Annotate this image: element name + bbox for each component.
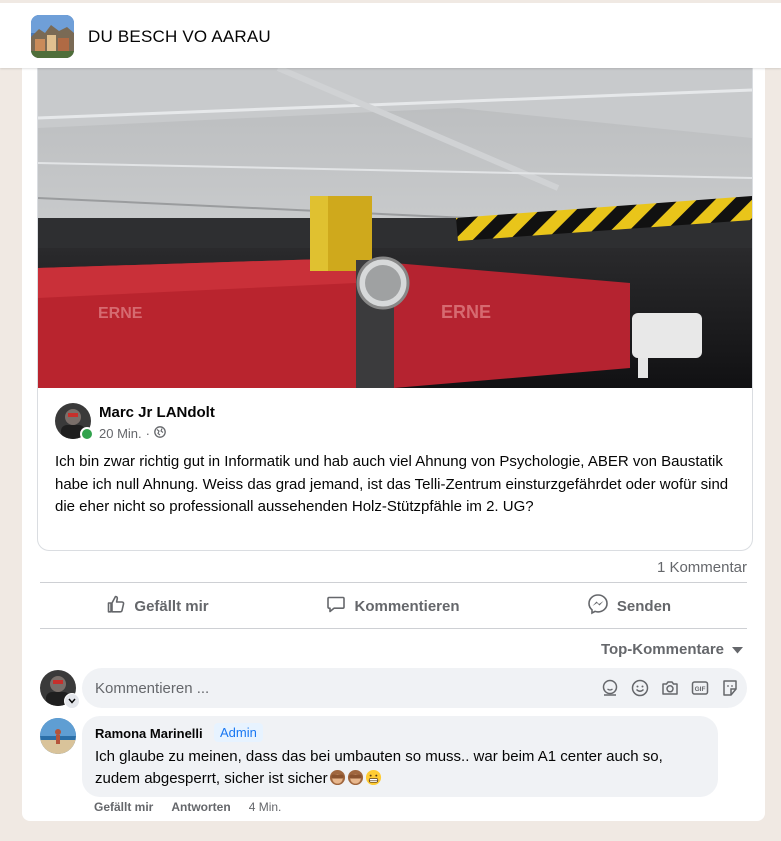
shared-post-container[interactable]: ERNE ERNE Marc Jr LANdolt 20 Min. · Ich	[37, 68, 753, 551]
shared-post-time[interactable]: 20 Min.	[99, 426, 142, 441]
svg-text:ERNE: ERNE	[441, 302, 491, 322]
comment-reply-button[interactable]: Antworten	[171, 800, 230, 814]
group-title[interactable]: DU BESCH VO AARAU	[88, 27, 271, 47]
comment-count[interactable]: 1 Kommentar	[657, 559, 747, 576]
send-button[interactable]: Senden	[511, 586, 747, 626]
messenger-icon	[587, 593, 609, 619]
commenter-avatar[interactable]	[40, 718, 76, 754]
send-button-label: Senden	[616, 597, 672, 615]
comment-actions: Gefällt mir Antworten 4 Min.	[94, 800, 281, 814]
post-card: ERNE ERNE Marc Jr LANdolt 20 Min. · Ich	[22, 68, 765, 821]
group-header: DU BESCH VO AARAU	[0, 0, 781, 68]
shared-post-author[interactable]: Marc Jr LANdolt	[99, 404, 215, 421]
svg-text:GIF: GIF	[695, 686, 706, 693]
comment-input[interactable]: Kommentieren ... GIF	[82, 668, 747, 708]
group-avatar[interactable]	[31, 15, 74, 58]
comment-input-placeholder: Kommentieren ...	[95, 680, 210, 697]
comments-sort-label: Top-Kommentare	[600, 641, 724, 658]
comment-like-button[interactable]: Gefällt mir	[94, 800, 153, 814]
profile-switch-chevron-icon[interactable]	[64, 693, 80, 709]
online-status-indicator	[80, 427, 94, 441]
camera-icon[interactable]	[659, 677, 681, 699]
svg-text:ERNE: ERNE	[98, 305, 143, 322]
shared-post-meta: 20 Min. ·	[99, 426, 166, 441]
commenter-name[interactable]: Ramona Marinelli	[95, 726, 203, 741]
gif-icon[interactable]: GIF	[689, 677, 711, 699]
comment-button-label: Kommentieren	[354, 597, 460, 615]
comment-button[interactable]: Kommentieren	[275, 586, 511, 626]
comment-time[interactable]: 4 Min.	[249, 800, 282, 814]
globe-icon	[154, 426, 166, 441]
see-no-evil-monkey-icon	[329, 769, 345, 786]
comment-input-tools: GIF	[599, 677, 741, 699]
see-no-evil-monkey-icon	[347, 769, 363, 786]
emoji-icon[interactable]	[629, 677, 651, 699]
comments-sort-dropdown[interactable]: Top-Kommentare	[601, 641, 743, 658]
post-photo[interactable]: ERNE ERNE	[38, 68, 752, 388]
sticker-icon[interactable]	[719, 677, 741, 699]
comment-text: Ich glaube zu meinen, dass das bei umbau…	[95, 746, 710, 790]
speech-bubble-icon	[326, 594, 346, 618]
shared-post-text: Ich bin zwar richtig gut in Informatik u…	[55, 453, 729, 515]
like-button-label: Gefällt mir	[134, 597, 209, 615]
thumbs-up-icon	[106, 594, 126, 618]
grimacing-face-icon	[365, 769, 381, 786]
divider-bottom	[40, 628, 747, 629]
meta-separator: ·	[145, 426, 150, 441]
caret-down-icon	[732, 641, 743, 658]
comment-bubble: Ramona Marinelli Admin Ich glaube zu mei…	[82, 716, 718, 797]
admin-badge: Admin	[214, 723, 263, 742]
like-button[interactable]: Gefällt mir	[40, 586, 275, 626]
avatar-sticker-icon[interactable]	[599, 677, 621, 699]
divider-top	[40, 582, 747, 583]
